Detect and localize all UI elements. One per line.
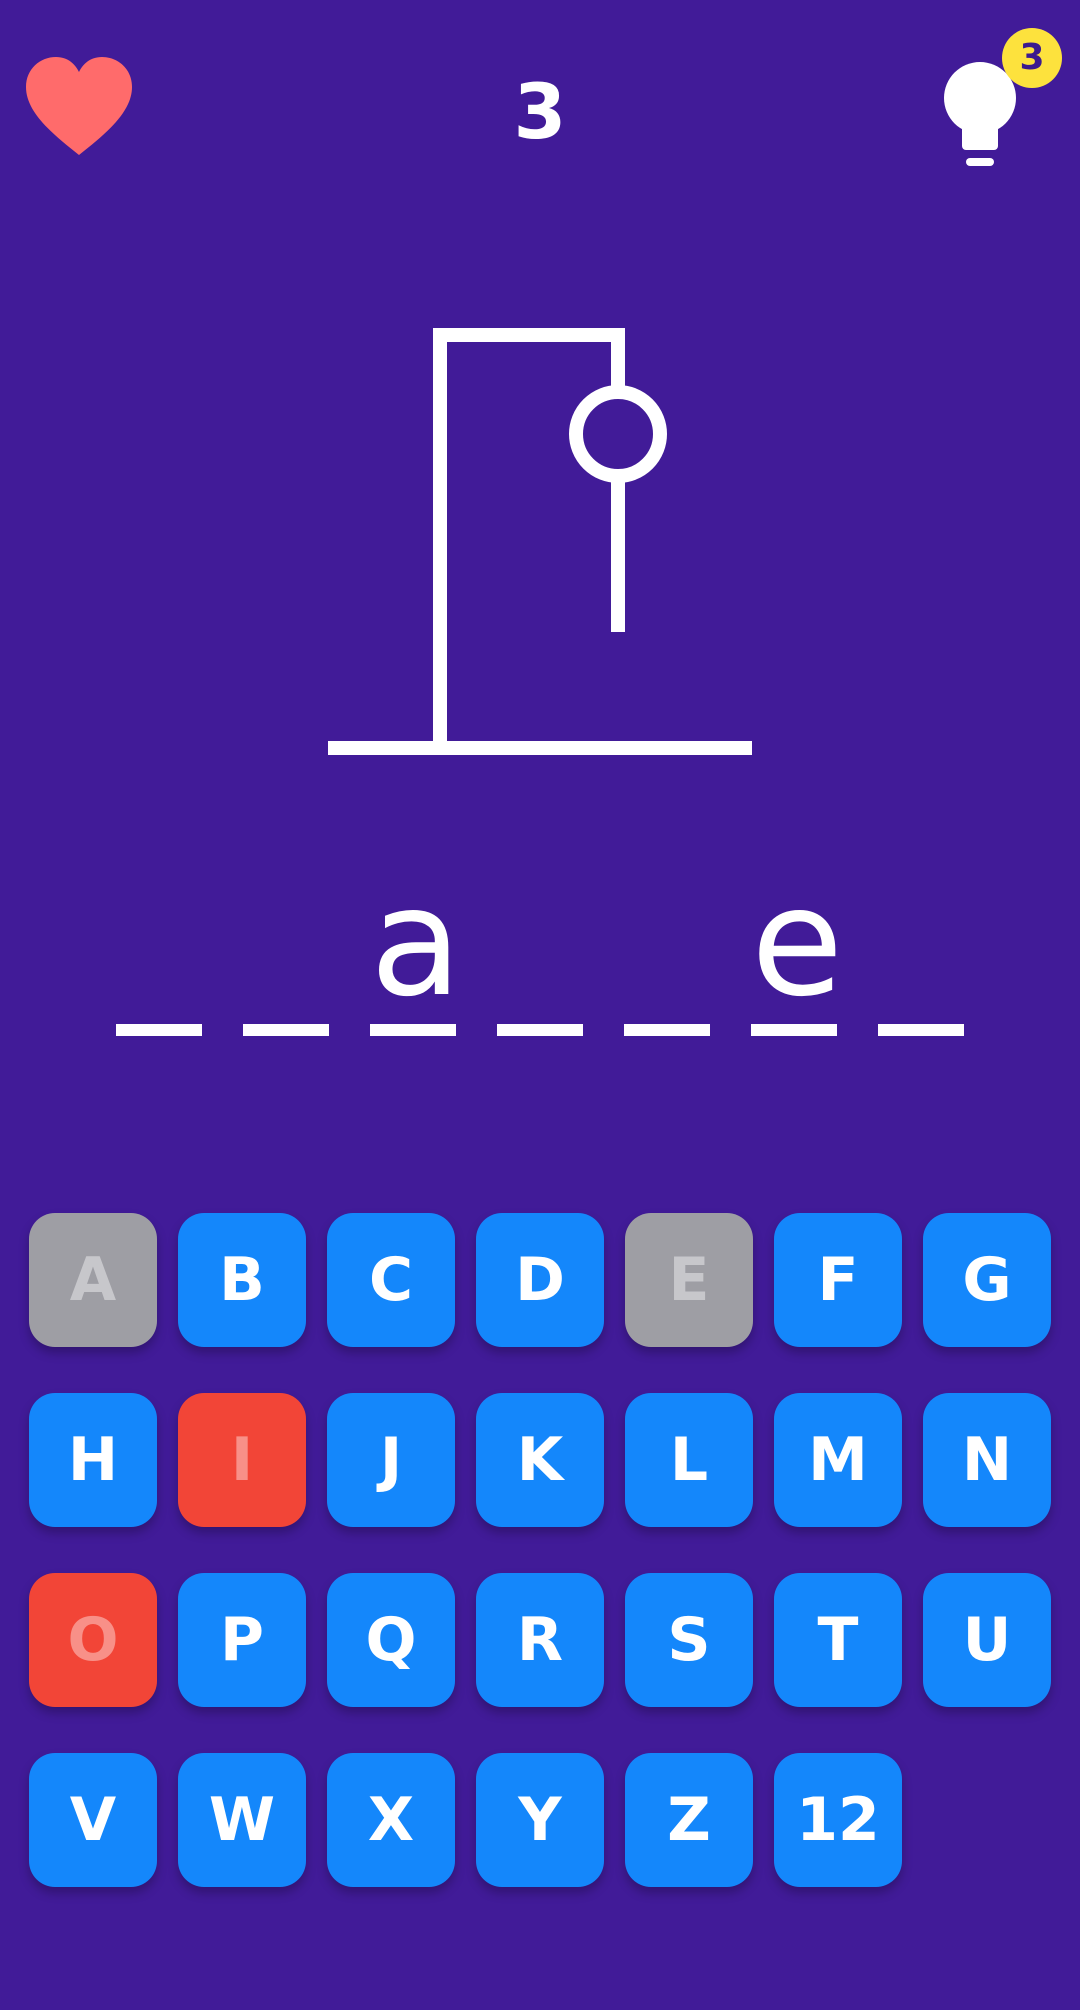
key-g[interactable]: G [923,1213,1051,1347]
key-w[interactable]: W [178,1753,306,1887]
key-u[interactable]: U [923,1573,1051,1707]
key-q[interactable]: Q [327,1573,455,1707]
letter-slot [624,880,710,1070]
key-a[interactable]: A [29,1213,157,1347]
letter-slot-underline [878,1024,964,1036]
hangman-head [569,385,667,483]
key-y[interactable]: Y [476,1753,604,1887]
key-d[interactable]: D [476,1213,604,1347]
letter-slot-underline [497,1024,583,1036]
key-r[interactable]: R [476,1573,604,1707]
letter-slot [243,880,329,1070]
letter-slot [116,880,202,1070]
top-bar: 3 3 [0,0,1080,180]
letter-slot-char: a [370,856,462,1030]
key-m[interactable]: M [774,1393,902,1527]
key-k[interactable]: K [476,1393,604,1527]
key-t[interactable]: T [774,1573,902,1707]
letter-slot-underline [370,1024,456,1036]
key-x[interactable]: X [327,1753,455,1887]
key-s[interactable]: S [625,1573,753,1707]
key-n[interactable]: N [923,1393,1051,1527]
letter-slot [497,880,583,1070]
letter-slot: a [370,868,462,1070]
key-12[interactable]: 12 [774,1753,902,1887]
key-p[interactable]: P [178,1573,306,1707]
key-e[interactable]: E [625,1213,753,1347]
key-z[interactable]: Z [625,1753,753,1887]
key-j[interactable]: J [327,1393,455,1527]
letter-slot-underline [624,1024,710,1036]
key-i[interactable]: I [178,1393,306,1527]
letter-slot-underline [116,1024,202,1036]
key-f[interactable]: F [774,1213,902,1347]
letter-slot: e [751,868,843,1070]
key-b[interactable]: B [178,1213,306,1347]
key-v[interactable]: V [29,1753,157,1887]
letter-slot [878,880,964,1070]
key-c[interactable]: C [327,1213,455,1347]
letter-slot-underline [243,1024,329,1036]
word-display: ae [0,868,1080,1070]
key-l[interactable]: L [625,1393,753,1527]
letter-slot-char: e [751,856,844,1030]
letter-slot-underline [751,1024,837,1036]
level-number: 3 [513,67,567,156]
hangman-gallows [328,328,752,755]
key-o[interactable]: O [29,1573,157,1707]
key-h[interactable]: H [29,1393,157,1527]
hint-count-badge: 3 [1002,28,1062,88]
